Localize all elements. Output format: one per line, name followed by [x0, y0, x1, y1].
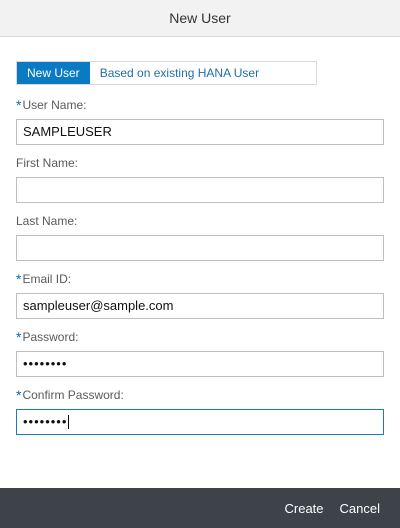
confirm-password-input[interactable]: •••••••• — [16, 409, 384, 435]
first-name-input[interactable] — [16, 177, 384, 203]
last-name-input[interactable] — [16, 235, 384, 261]
user-name-field: *User Name: SAMPLEUSER — [16, 97, 384, 145]
create-button[interactable]: Create — [277, 501, 332, 516]
email-field: *Email ID: sampleuser@sample.com — [16, 271, 384, 319]
user-name-input[interactable]: SAMPLEUSER — [16, 119, 384, 145]
last-name-field: Last Name: — [16, 213, 384, 261]
dialog-footer: Create Cancel — [0, 488, 400, 528]
text-caret — [68, 415, 70, 429]
mode-selector: New User Based on existing HANA User — [16, 61, 317, 85]
required-marker: * — [16, 329, 22, 345]
last-name-label: Last Name: — [16, 214, 78, 228]
password-field: *Password: •••••••• — [16, 329, 384, 377]
first-name-label: First Name: — [16, 156, 79, 170]
password-label: *Password: — [16, 329, 79, 345]
dialog-header: New User — [0, 0, 400, 37]
dialog-content: New User Based on existing HANA User *Us… — [0, 37, 400, 435]
new-user-dialog: New User New User Based on existing HANA… — [0, 0, 400, 528]
email-input[interactable]: sampleuser@sample.com — [16, 293, 384, 319]
password-input[interactable]: •••••••• — [16, 351, 384, 377]
required-marker: * — [16, 387, 22, 403]
required-marker: * — [16, 97, 22, 113]
confirm-password-label: *Confirm Password: — [16, 387, 124, 403]
email-label: *Email ID: — [16, 271, 72, 287]
cancel-button[interactable]: Cancel — [332, 501, 388, 516]
dialog-title: New User — [169, 10, 231, 26]
mode-option-new-user[interactable]: New User — [17, 62, 90, 84]
first-name-field: First Name: — [16, 155, 384, 203]
mode-option-existing-hana-user[interactable]: Based on existing HANA User — [90, 62, 269, 84]
required-marker: * — [16, 271, 22, 287]
confirm-password-field: *Confirm Password: •••••••• — [16, 387, 384, 435]
user-name-label: *User Name: — [16, 97, 87, 113]
